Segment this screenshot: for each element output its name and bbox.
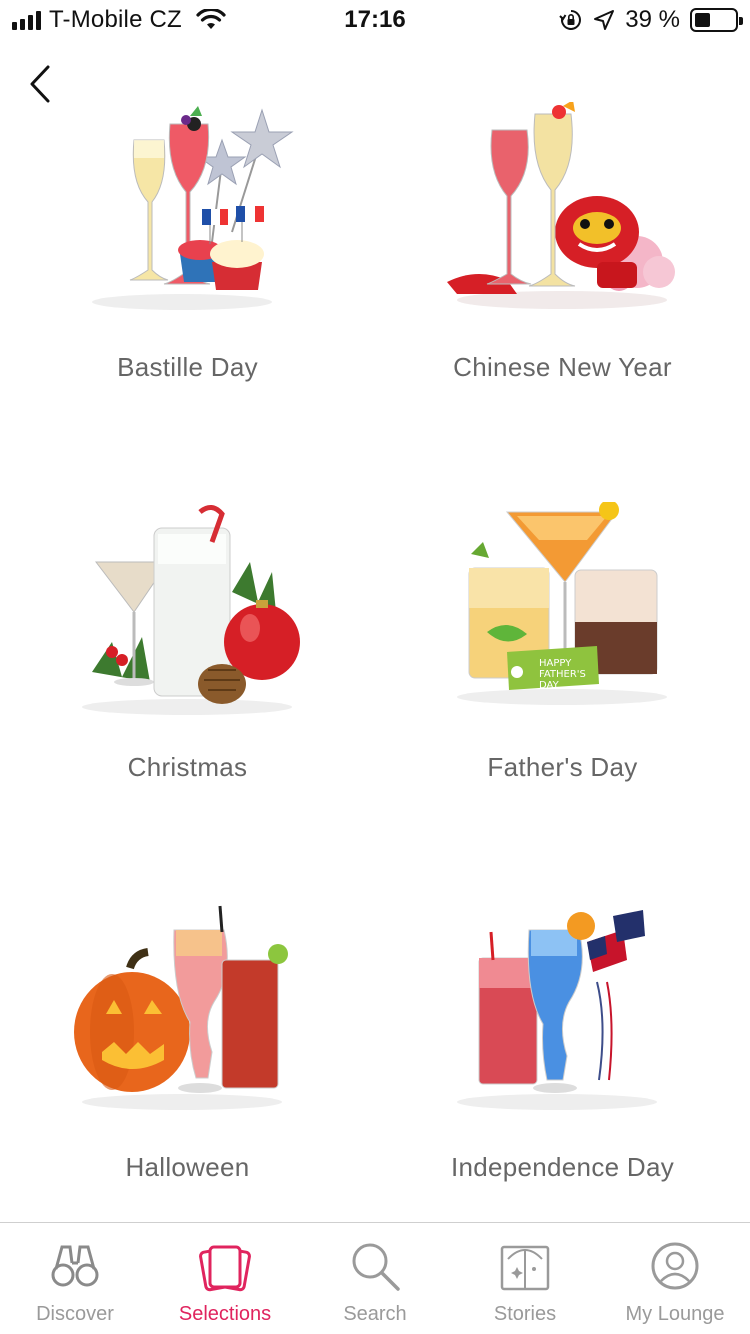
carrier-name: T-Mobile CZ <box>49 6 182 33</box>
fathers-day-illustration: HAPPY FATHER'S DAY <box>457 502 667 705</box>
independence-day-illustration <box>457 910 657 1110</box>
wifi-icon <box>196 9 226 29</box>
svg-text:HAPPY: HAPPY <box>539 658 572 669</box>
selection-card-fathers-day[interactable]: HAPPY FATHER'S DAY Father's Day <box>375 492 750 892</box>
location-arrow-icon <box>594 10 615 30</box>
orientation-lock-icon <box>559 10 582 30</box>
tab-label: Selections <box>178 1303 272 1325</box>
signal-strength-icon <box>12 10 41 30</box>
selection-label: Bastille Day <box>117 352 258 382</box>
status-bar: T-Mobile CZ 17:16 39 % <box>0 0 750 40</box>
chinese-new-year-illustration <box>447 102 675 309</box>
book-icon <box>500 1245 550 1291</box>
tab-label: Search <box>343 1303 407 1325</box>
tab-label: Stories <box>493 1303 557 1325</box>
halloween-illustration <box>74 905 288 1110</box>
screen: T-Mobile CZ 17:16 39 % Bastille Day Chin… <box>0 0 750 1334</box>
battery-fill <box>695 13 710 27</box>
tab-my-lounge[interactable]: My Lounge <box>600 1223 750 1334</box>
tab-label: My Lounge <box>625 1303 725 1325</box>
selection-label: Independence Day <box>450 1152 675 1182</box>
selection-label: Chinese New Year <box>453 352 672 382</box>
selection-label: Father's Day <box>487 752 638 782</box>
status-right: 39 % <box>559 6 743 34</box>
tab-search[interactable]: Search <box>300 1223 450 1334</box>
selection-card-chinese-new-year[interactable]: Chinese New Year <box>375 92 750 492</box>
selection-label: Christmas <box>127 752 248 782</box>
selection-card-christmas[interactable]: Christmas <box>0 492 375 892</box>
bastille-day-illustration <box>92 106 294 310</box>
status-left: T-Mobile CZ <box>12 6 226 34</box>
tab-label: Discover <box>36 1303 114 1325</box>
svg-text:DAY: DAY <box>539 680 560 691</box>
profile-icon <box>651 1242 699 1290</box>
binoculars-icon <box>51 1245 99 1287</box>
christmas-illustration <box>82 505 300 715</box>
battery-icon <box>690 8 743 32</box>
tab-stories[interactable]: Stories <box>450 1223 600 1334</box>
search-icon <box>352 1243 400 1291</box>
tab-selections[interactable]: Selections <box>150 1223 300 1334</box>
svg-text:FATHER'S: FATHER'S <box>539 669 586 680</box>
tab-discover[interactable]: Discover <box>0 1223 150 1334</box>
tab-bar: Discover Selections Search Stories My Lo… <box>0 1222 750 1334</box>
selection-card-bastille-day[interactable]: Bastille Day <box>0 92 375 492</box>
cards-icon <box>199 1245 251 1292</box>
battery-percent: 39 % <box>625 6 680 33</box>
selection-label: Halloween <box>125 1152 250 1182</box>
